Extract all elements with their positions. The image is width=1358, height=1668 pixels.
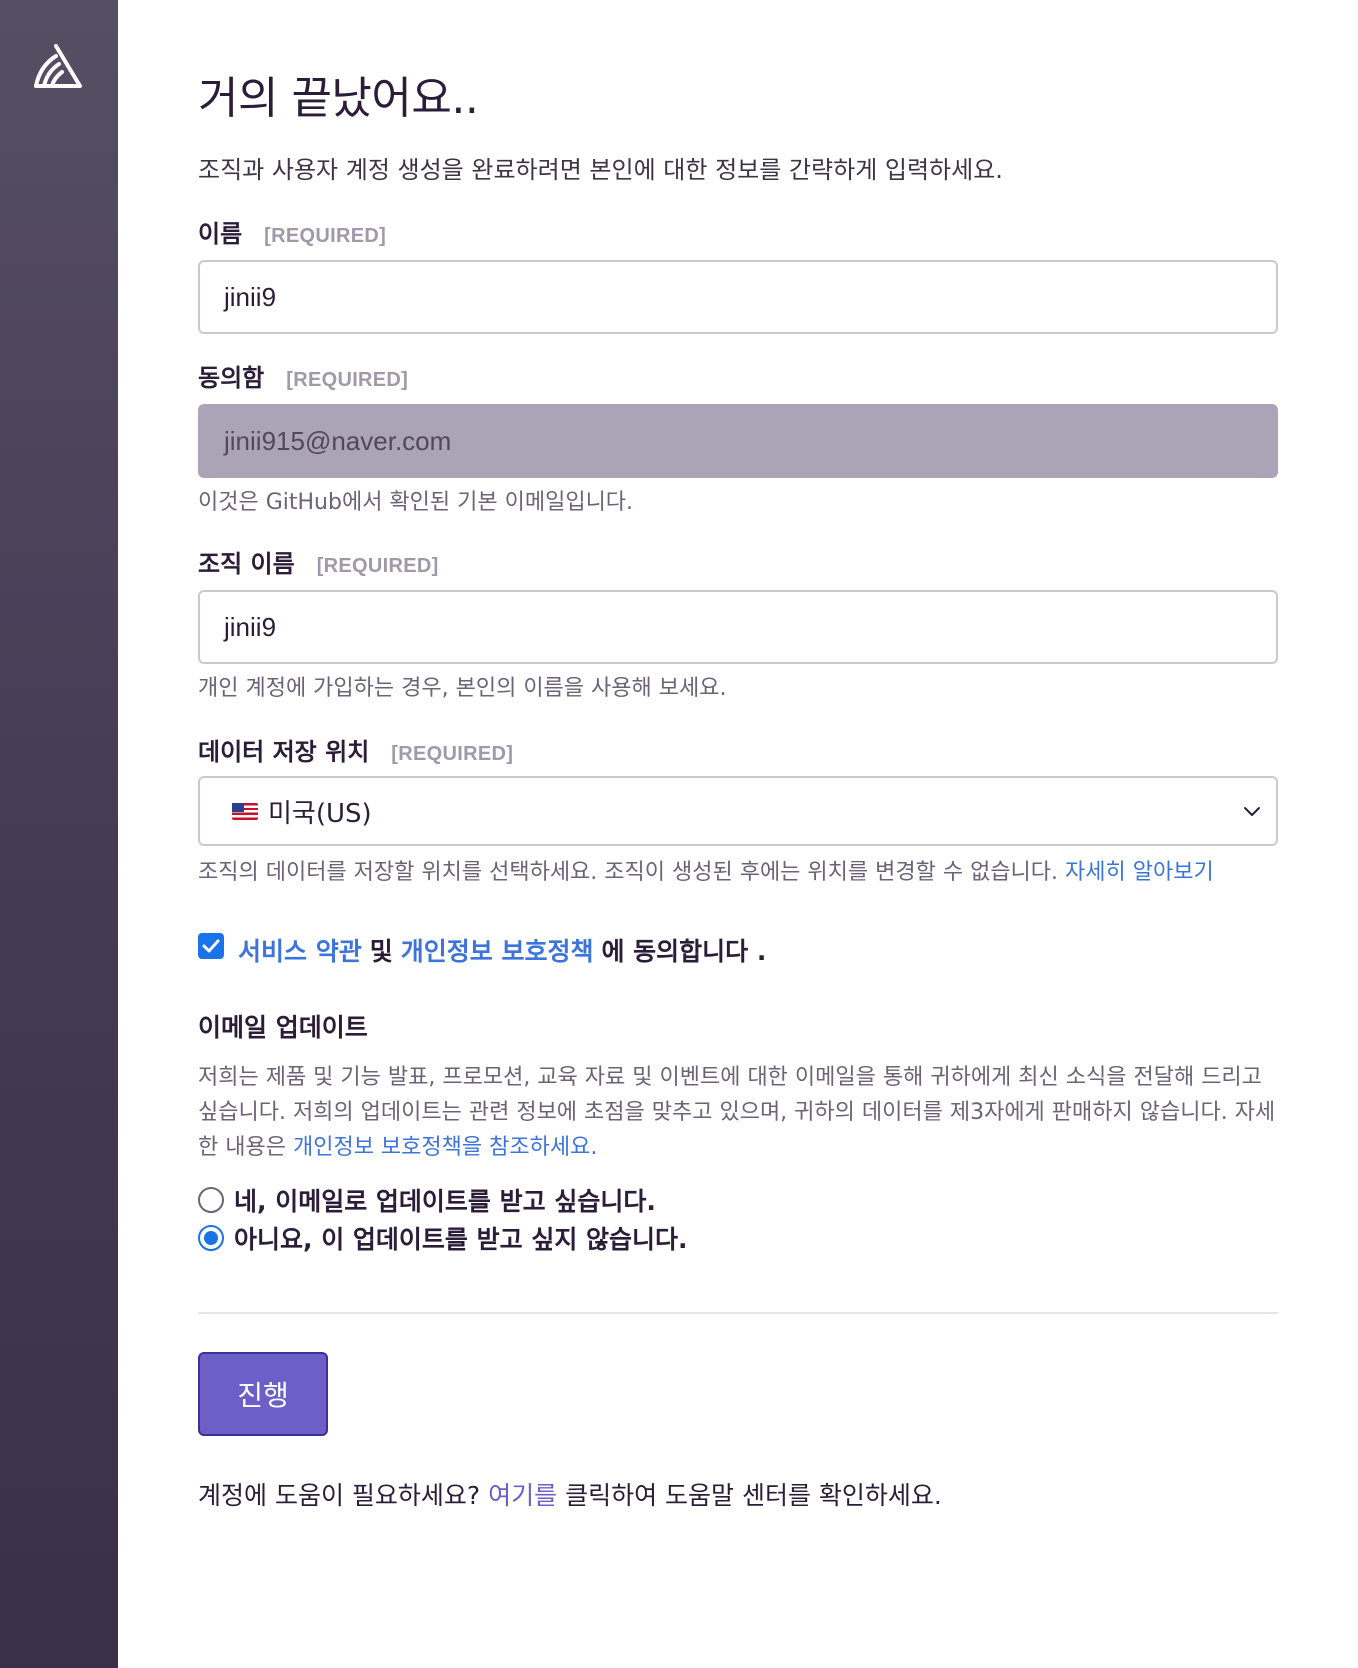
email-label-text: 동의함 (198, 364, 265, 392)
required-tag: [REQUIRED] (264, 225, 387, 247)
radio-no[interactable] (198, 1225, 224, 1251)
divider (198, 1312, 1278, 1314)
sidebar (0, 0, 118, 1668)
chevron-down-icon (1244, 807, 1260, 816)
org-name-label: 조직 이름 [REQUIRED] (198, 544, 439, 579)
storage-selected-value: 미국(US) (268, 798, 372, 829)
storage-label-text: 데이터 저장 위치 (198, 738, 370, 766)
sentry-logo-icon[interactable] (32, 42, 84, 92)
org-name-input-value: jinii9 (224, 611, 277, 642)
footer-suffix: 클릭하여 도움말 센터를 확인하세요. (565, 1481, 942, 1510)
name-input[interactable]: jinii9 (198, 260, 1278, 334)
email-updates-yes-option[interactable]: 네, 이메일로 업데이트를 받고 싶습니다. (198, 1182, 656, 1218)
org-name-label-text: 조직 이름 (198, 550, 295, 578)
radio-yes-label: 네, 이메일로 업데이트를 받고 싶습니다. (234, 1187, 656, 1216)
storage-label: 데이터 저장 위치 [REQUIRED] (198, 732, 513, 767)
privacy-policy-reference-link[interactable]: 개인정보 보호정책을 참조하세요. (293, 1135, 597, 1160)
main-panel: 거의 끝났어요.. 조직과 사용자 계정 생성을 완료하려면 본인에 대한 정보… (118, 0, 1358, 1668)
required-tag: [REQUIRED] (286, 369, 409, 391)
name-input-value: jinii9 (224, 281, 277, 312)
storage-help-text: 조직의 데이터를 저장할 위치를 선택하세요. 조직이 생성된 후에는 위치를 … (198, 860, 1059, 885)
org-name-input[interactable]: jinii9 (198, 590, 1278, 664)
email-updates-title: 이메일 업데이트 (198, 1013, 368, 1042)
page-title: 거의 끝났어요.. (198, 73, 479, 124)
email-updates-no-option[interactable]: 아니요, 이 업데이트를 받고 싶지 않습니다. (198, 1220, 688, 1256)
agreement-suffix-text: 에 동의합니다 . (601, 937, 767, 966)
page-subtitle: 조직과 사용자 계정 생성을 완료하려면 본인에 대한 정보를 간략하게 입력하… (198, 156, 1003, 184)
help-footer: 계정에 도움이 필요하세요? 여기를 클릭하여 도움말 센터를 확인하세요. (198, 1476, 942, 1512)
email-help-text: 이것은 GitHub에서 확인된 기본 이메일입니다. (198, 490, 634, 515)
radio-no-label: 아니요, 이 업데이트를 받고 싶지 않습니다. (234, 1225, 688, 1254)
required-tag: [REQUIRED] (316, 555, 439, 577)
email-label: 동의함 [REQUIRED] (198, 358, 408, 393)
submit-button[interactable]: 진행 (198, 1352, 328, 1436)
storage-help: 조직의 데이터를 저장할 위치를 선택하세요. 조직이 생성된 후에는 위치를 … (198, 854, 1214, 886)
email-input-value: jinii915@naver.com (224, 425, 452, 456)
footer-prefix: 계정에 도움이 필요하세요? (198, 1481, 481, 1510)
agreement-checkbox[interactable] (198, 933, 224, 959)
us-flag-icon (232, 802, 258, 820)
agreement-row: 서비스 약관 및 개인정보 보호정책 에 동의합니다 . (198, 932, 766, 968)
radio-yes[interactable] (198, 1187, 224, 1213)
learn-more-link[interactable]: 자세히 알아보기 (1065, 860, 1214, 885)
email-updates-description: 저희는 제품 및 기능 발표, 프로모션, 교육 자료 및 이벤트에 대한 이메… (198, 1060, 1278, 1165)
storage-location-select[interactable]: 미국(US) (198, 776, 1278, 846)
org-help-text: 개인 계정에 가입하는 경우, 본인의 이름을 사용해 보세요. (198, 676, 727, 701)
checkmark-icon (202, 939, 220, 953)
required-tag: [REQUIRED] (391, 743, 514, 765)
terms-of-service-link[interactable]: 서비스 약관 (238, 932, 362, 968)
email-input[interactable]: jinii915@naver.com (198, 404, 1278, 478)
name-label-text: 이름 (198, 220, 243, 248)
privacy-policy-link[interactable]: 개인정보 보호정책 (401, 932, 594, 968)
name-label: 이름 [REQUIRED] (198, 214, 386, 249)
help-center-link[interactable]: 여기를 (488, 1481, 557, 1510)
agreement-and-text: 및 (369, 937, 393, 966)
